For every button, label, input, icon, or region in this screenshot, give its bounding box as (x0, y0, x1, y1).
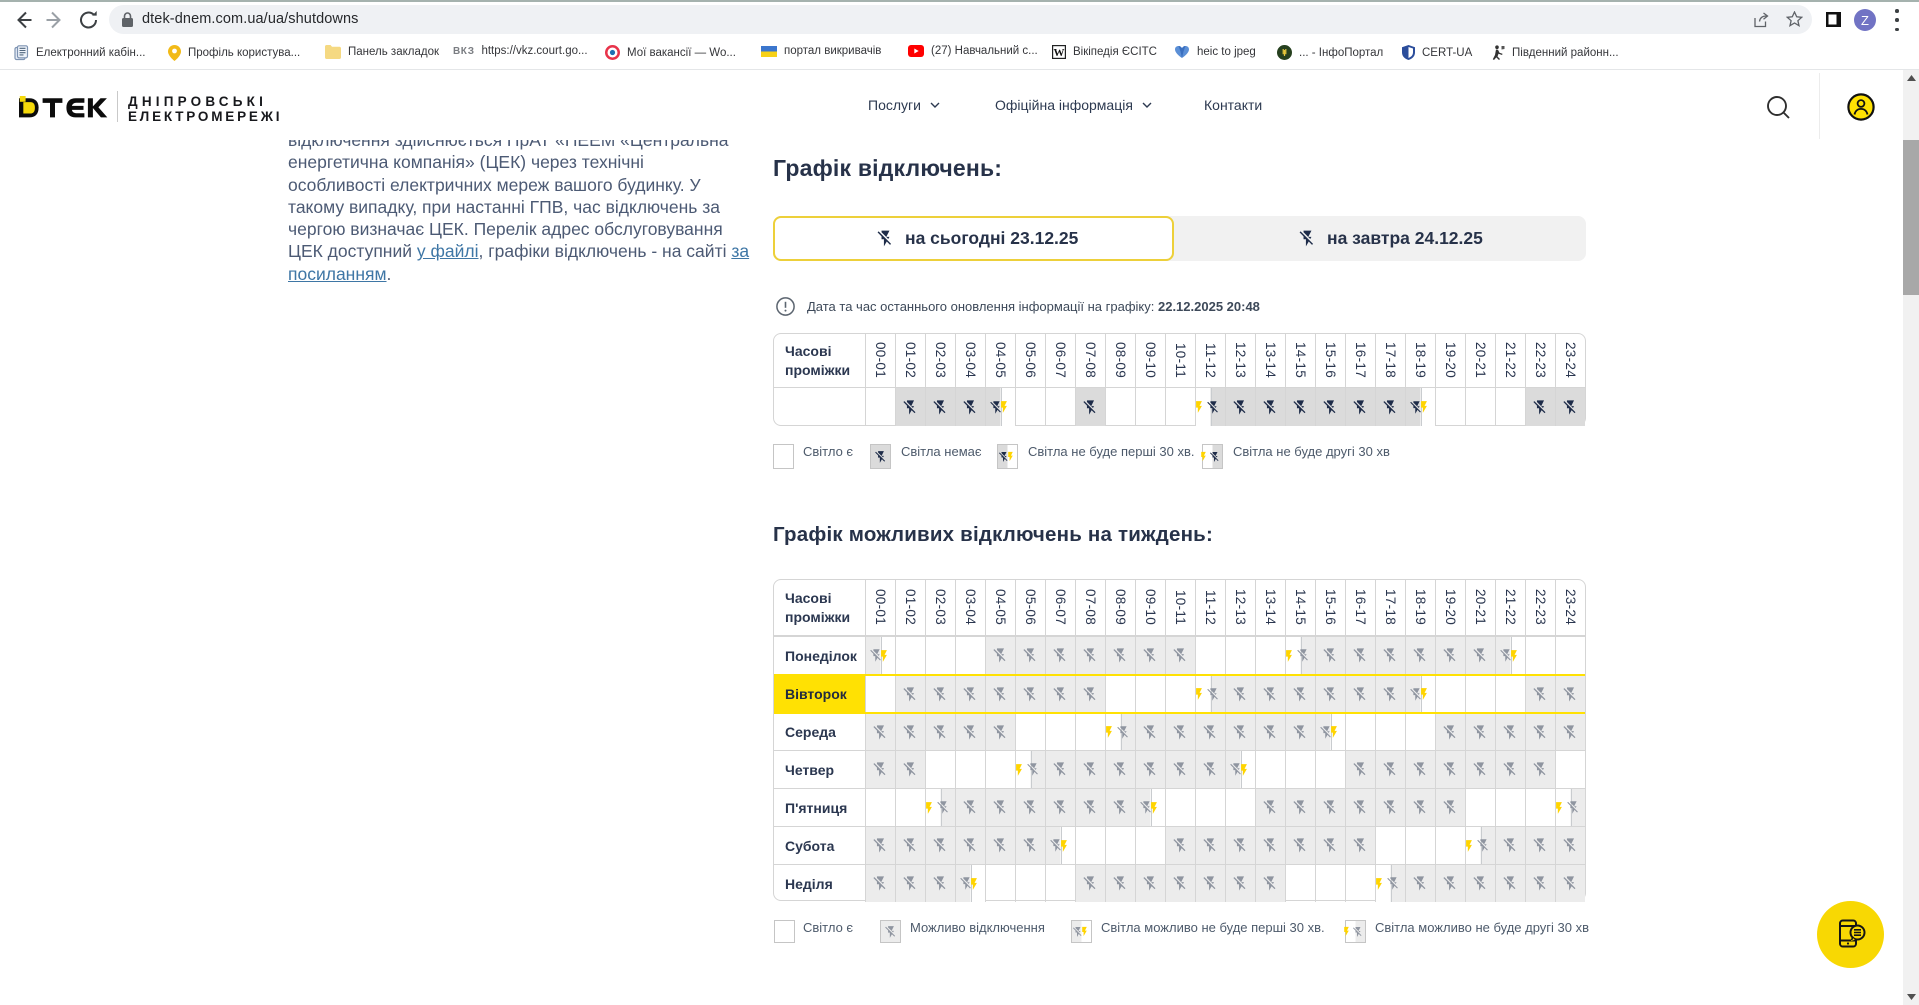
svg-text:W: W (1054, 47, 1065, 59)
